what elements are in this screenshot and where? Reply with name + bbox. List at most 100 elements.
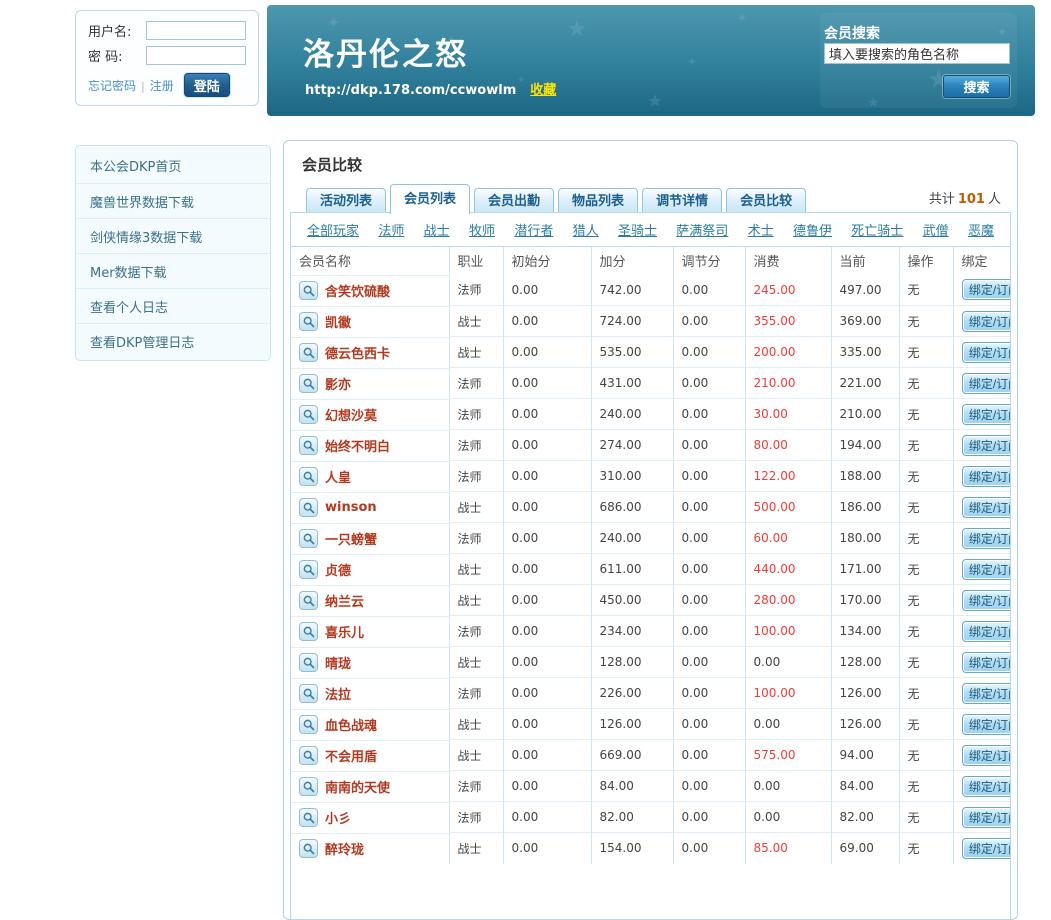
member-name-link[interactable]: 始终不明白	[325, 436, 390, 455]
register-link[interactable]: 注册	[150, 79, 174, 93]
member-name-link[interactable]: 喜乐儿	[325, 622, 364, 641]
sidebar-item-link[interactable]: 本公会DKP首页	[90, 160, 181, 175]
sidebar-item[interactable]: Mer数据下载	[76, 253, 270, 288]
class-filter-link[interactable]: 全部玩家	[307, 220, 359, 239]
member-name-link[interactable]: 小彡	[325, 808, 351, 827]
member-name-link[interactable]: 德云色西卡	[325, 343, 390, 362]
forgot-password-link[interactable]: 忘记密码	[88, 79, 136, 93]
tab[interactable]: 会员出勤	[474, 188, 554, 214]
class-filter-link[interactable]: 战士	[424, 220, 450, 239]
magnifier-icon[interactable]	[299, 808, 318, 827]
magnifier-icon[interactable]	[299, 591, 318, 610]
bind-subscribe-button[interactable]: 绑定/订阅	[962, 838, 1012, 859]
magnifier-icon[interactable]	[299, 746, 318, 765]
magnifier-icon[interactable]	[299, 312, 318, 331]
member-name-link[interactable]: 人皇	[325, 467, 351, 486]
bind-subscribe-button[interactable]: 绑定/订阅	[962, 342, 1012, 363]
sidebar-item-link[interactable]: Mer数据下载	[90, 266, 167, 281]
search-button[interactable]: 搜索	[943, 75, 1010, 98]
class-filter-link[interactable]: 牧师	[469, 220, 495, 239]
sidebar-item-link[interactable]: 剑侠情缘3数据下载	[90, 231, 202, 246]
sidebar-item[interactable]: 查看个人日志	[76, 288, 270, 323]
member-name-link[interactable]: 晴珑	[325, 653, 351, 672]
bind-subscribe-button[interactable]: 绑定/订阅	[962, 528, 1012, 549]
member-class: 战士	[449, 709, 503, 740]
member-name-link[interactable]: 血色战魂	[325, 715, 377, 734]
member-class: 战士	[449, 492, 503, 523]
member-name-link[interactable]: 幻想沙莫	[325, 405, 377, 424]
magnifier-icon[interactable]	[299, 684, 318, 703]
initial-score: 0.00	[503, 802, 591, 833]
magnifier-icon[interactable]	[299, 467, 318, 486]
member-name-link[interactable]: 凯徽	[325, 312, 351, 331]
member-name-link[interactable]: 影亦	[325, 374, 351, 393]
magnifier-icon[interactable]	[299, 622, 318, 641]
magnifier-icon[interactable]	[299, 715, 318, 734]
bind-subscribe-button[interactable]: 绑定/订阅	[962, 466, 1012, 487]
sidebar-item[interactable]: 剑侠情缘3数据下载	[76, 218, 270, 253]
bind-subscribe-button[interactable]: 绑定/订阅	[962, 652, 1012, 673]
magnifier-icon[interactable]	[299, 374, 318, 393]
tab[interactable]: 物品列表	[558, 188, 638, 214]
class-filter-link[interactable]: 德鲁伊	[793, 220, 832, 239]
bind-subscribe-button[interactable]: 绑定/订阅	[962, 559, 1012, 580]
member-name-link[interactable]: 纳兰云	[325, 591, 364, 610]
tab[interactable]: 调节详情	[642, 188, 722, 214]
tab[interactable]: 会员列表	[390, 184, 470, 214]
member-search-input[interactable]	[824, 43, 1010, 64]
magnifier-icon[interactable]	[299, 281, 318, 300]
bind-subscribe-button[interactable]: 绑定/订阅	[962, 497, 1012, 518]
bind-subscribe-button[interactable]: 绑定/订阅	[962, 745, 1012, 766]
class-filter-link[interactable]: 死亡骑士	[851, 220, 903, 239]
bind-subscribe-button[interactable]: 绑定/订阅	[962, 590, 1012, 611]
magnifier-icon[interactable]	[299, 529, 318, 548]
sidebar-item[interactable]: 查看DKP管理日志	[76, 323, 270, 358]
bind-subscribe-button[interactable]: 绑定/订阅	[962, 373, 1012, 394]
bind-subscribe-button[interactable]: 绑定/订阅	[962, 807, 1012, 828]
magnifier-icon[interactable]	[299, 653, 318, 672]
member-name-link[interactable]: 不会用盾	[325, 746, 377, 765]
member-name-link[interactable]: 法拉	[325, 684, 351, 703]
magnifier-icon[interactable]	[299, 498, 318, 517]
bind-subscribe-button[interactable]: 绑定/订阅	[962, 311, 1012, 332]
member-name-link[interactable]: 一只螃蟹	[325, 529, 377, 548]
bind-subscribe-button[interactable]: 绑定/订阅	[962, 683, 1012, 704]
sidebar-item-link[interactable]: 魔兽世界数据下载	[90, 196, 194, 211]
class-filter-link[interactable]: 潜行者	[514, 220, 553, 239]
class-filter-link[interactable]: 萨满祭司	[676, 220, 728, 239]
class-filter-link[interactable]: 圣骑士	[618, 220, 657, 239]
bind-subscribe-button[interactable]: 绑定/订阅	[962, 621, 1012, 642]
magnifier-icon[interactable]	[299, 343, 318, 362]
bind-subscribe-button[interactable]: 绑定/订阅	[962, 776, 1012, 797]
magnifier-icon[interactable]	[299, 777, 318, 796]
class-filter-link[interactable]: 恶魔	[968, 220, 994, 239]
bind-subscribe-button[interactable]: 绑定/订阅	[962, 435, 1012, 456]
class-filter-link[interactable]: 术士	[748, 220, 774, 239]
bind-subscribe-button[interactable]: 绑定/订阅	[962, 404, 1012, 425]
class-filter-link[interactable]: 法师	[378, 220, 404, 239]
bind-subscribe-button[interactable]: 绑定/订阅	[962, 714, 1012, 735]
magnifier-icon[interactable]	[299, 560, 318, 579]
class-filter-link[interactable]: 猎人	[573, 220, 599, 239]
sidebar-item-link[interactable]: 查看DKP管理日志	[90, 336, 194, 351]
magnifier-icon[interactable]	[299, 839, 318, 858]
member-class: 战士	[449, 554, 503, 585]
member-name-link[interactable]: 醉玲珑	[325, 839, 364, 858]
tab[interactable]: 活动列表	[306, 188, 386, 214]
member-name-link[interactable]: 含笑饮硫酸	[325, 281, 390, 300]
tab[interactable]: 会员比较	[726, 188, 806, 214]
member-name-link[interactable]: 贞德	[325, 560, 351, 579]
member-name-link[interactable]: winson	[325, 500, 377, 515]
bind-subscribe-button[interactable]: 绑定/订阅	[962, 279, 1012, 300]
sidebar-item[interactable]: 魔兽世界数据下载	[76, 183, 270, 218]
member-name-link[interactable]: 南南的天使	[325, 777, 390, 796]
magnifier-icon[interactable]	[299, 405, 318, 424]
magnifier-icon[interactable]	[299, 436, 318, 455]
favorite-link[interactable]: 收藏	[530, 83, 556, 98]
login-button[interactable]: 登陆	[184, 73, 230, 97]
username-input[interactable]	[146, 21, 246, 40]
sidebar-item-link[interactable]: 查看个人日志	[90, 301, 168, 316]
sidebar-item[interactable]: 本公会DKP首页	[76, 148, 270, 183]
password-input[interactable]	[146, 46, 246, 65]
class-filter-link[interactable]: 武僧	[923, 220, 949, 239]
